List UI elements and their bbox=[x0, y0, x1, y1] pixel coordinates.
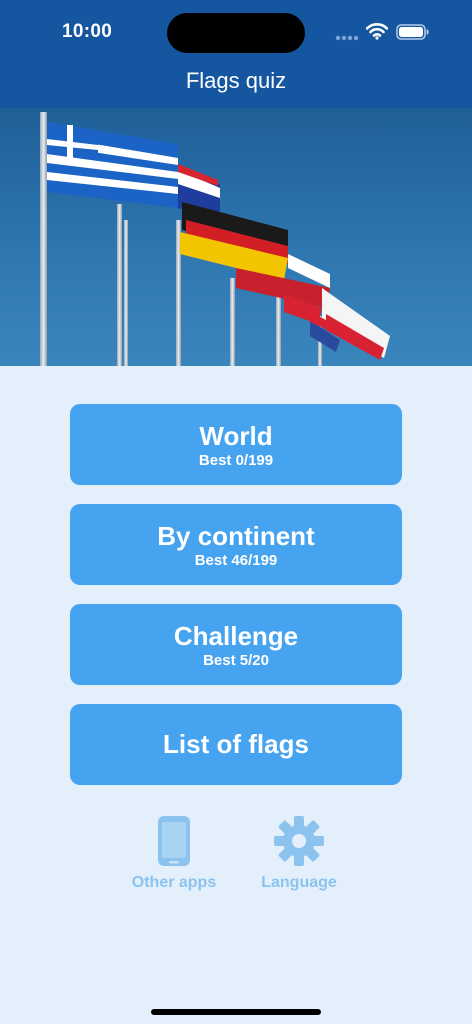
language-label: Language bbox=[261, 874, 337, 891]
home-indicator[interactable] bbox=[151, 1009, 321, 1015]
challenge-best-score: Best 5/20 bbox=[203, 652, 269, 669]
by-continent-button[interactable]: By continent Best 46/199 bbox=[70, 504, 402, 585]
status-time: 10:00 bbox=[62, 21, 113, 42]
other-apps-button[interactable]: Other apps bbox=[114, 814, 234, 892]
status-bar: 10:00 bbox=[0, 0, 472, 62]
challenge-button[interactable]: Challenge Best 5/20 bbox=[70, 604, 402, 685]
flags-photo bbox=[0, 108, 472, 366]
cellular-signal-icon bbox=[335, 35, 359, 41]
gear-icon bbox=[274, 816, 324, 866]
app-header: 10:00 Flags quiz bbox=[0, 0, 472, 108]
language-button[interactable]: Language bbox=[239, 814, 359, 892]
wifi-icon bbox=[366, 23, 388, 40]
smartphone-icon bbox=[158, 816, 190, 866]
by-continent-best-score: Best 46/199 bbox=[194, 552, 278, 569]
by-continent-label: By continent bbox=[157, 521, 315, 551]
world-label: World bbox=[199, 421, 273, 451]
world-quiz-button[interactable]: World Best 0/199 bbox=[70, 404, 402, 485]
other-apps-label: Other apps bbox=[131, 874, 217, 891]
challenge-label: Challenge bbox=[173, 621, 299, 651]
dynamic-island bbox=[167, 13, 305, 53]
page-title: Flags quiz bbox=[185, 68, 287, 93]
list-of-flags-button[interactable]: List of flags bbox=[70, 704, 402, 785]
list-of-flags-label: List of flags bbox=[163, 729, 309, 759]
flags-banner-image bbox=[0, 108, 472, 366]
battery-icon bbox=[396, 24, 429, 40]
world-best-score: Best 0/199 bbox=[198, 452, 274, 469]
